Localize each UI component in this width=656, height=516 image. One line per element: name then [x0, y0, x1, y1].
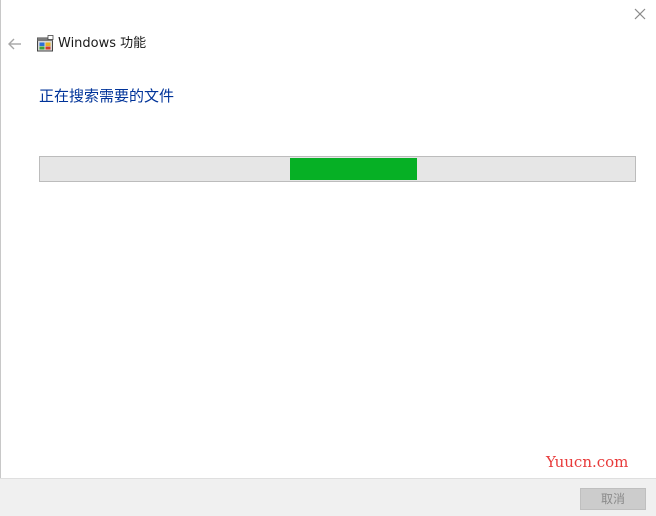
back-button[interactable]: [5, 34, 25, 54]
window-title: Windows 功能: [58, 36, 147, 51]
windows-features-icon: [36, 35, 54, 53]
progress-bar: [39, 156, 636, 182]
back-arrow-icon: [8, 38, 21, 50]
windows-features-dialog: Windows 功能 正在搜索需要的文件 Yuucn.com 取消: [0, 0, 656, 516]
close-icon: [634, 8, 646, 20]
window-left-border: [0, 0, 1, 516]
page-title: 正在搜索需要的文件: [39, 87, 175, 105]
cancel-button[interactable]: 取消: [580, 488, 646, 510]
progress-indicator: [290, 158, 417, 180]
dialog-footer: 取消: [0, 478, 656, 516]
close-button[interactable]: [628, 2, 652, 26]
watermark: Yuucn.com: [546, 453, 629, 471]
